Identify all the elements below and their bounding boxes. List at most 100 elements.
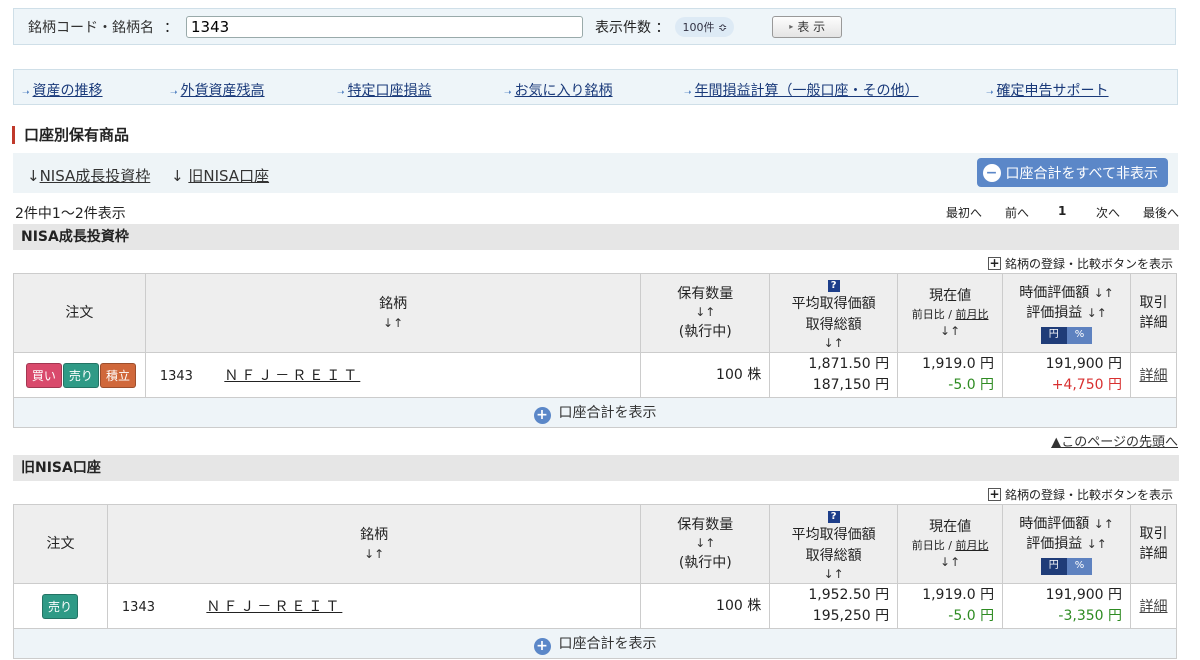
show-button-label: 表 示 <box>797 20 826 34</box>
minus-circle-icon: − <box>982 163 1001 182</box>
page-top-link[interactable]: ▲このページの先頭へ <box>1051 431 1178 450</box>
quantity: 100 株 <box>640 352 771 399</box>
percent-toggle[interactable]: % <box>1066 327 1093 344</box>
group-title-nisa-growth: NISA成長投資枠 <box>13 224 1179 250</box>
plus-icon: + <box>988 487 1001 501</box>
pager-current: 1 <box>1058 204 1067 218</box>
security-code: 1343 <box>121 600 155 616</box>
header-order: 注文 <box>13 272 146 354</box>
yen-percent-toggle[interactable]: 円% <box>1040 327 1093 344</box>
pager-last[interactable]: 最後へ <box>1143 204 1179 221</box>
compare-toggle-button[interactable]: + 銘柄の登録・比較ボタンを表示 <box>988 255 1173 272</box>
account-total-row: + 口座合計を表示 <box>13 397 1177 429</box>
search-input[interactable] <box>186 15 583 38</box>
nav-link-annual-pl[interactable]: ➝ 年間損益計算（一般口座・その他） <box>684 80 919 100</box>
quantity: 100 株 <box>640 583 771 630</box>
month-change-link[interactable]: 前月比 <box>955 308 988 321</box>
avg-cost-cell: 1,952.50 円 195,250 円 <box>769 583 899 630</box>
header-price[interactable]: 現在値 前日比 / 前月比 ↓↑ <box>897 503 1004 585</box>
pager-prev[interactable]: 前へ <box>1005 204 1029 221</box>
sort-icon: ↓↑ <box>1093 285 1114 300</box>
nav-link-favorites[interactable]: ➝ お気に入り銘柄 <box>504 80 613 100</box>
anchor-old-nisa[interactable]: ↓ 旧NISA口座 <box>171 165 269 186</box>
security-name-link[interactable]: ＮＦＪ－ＲＥＩＴ <box>206 599 342 615</box>
pager-next[interactable]: 次へ <box>1096 204 1120 221</box>
plus-icon: + <box>988 256 1001 270</box>
yen-percent-toggle[interactable]: 円% <box>1040 558 1093 575</box>
anchor-nisa-growth[interactable]: ↓NISA成長投資枠 <box>27 165 150 186</box>
nav-link-specific-account-pl[interactable]: ➝ 特定口座損益 <box>337 80 432 100</box>
avg-cost: 1,871.50 円 <box>808 356 890 373</box>
holdings-table-nisa-growth: 注文 銘柄 ↓↑ 保有数量 ↓↑ (執行中) ? 平均取得価額 取得総額 ↓↑ 現在値 前日比… <box>13 272 1178 429</box>
result-count: 2件中1～2件表示 <box>15 206 126 222</box>
search-label: 銘柄コード・銘柄名 <box>28 19 154 36</box>
sell-button[interactable]: 売り <box>41 593 78 619</box>
down-arrow-icon: ↓ <box>27 167 40 185</box>
price-change: -5.0 円 <box>948 377 995 394</box>
security-cell: 1343 ＮＦＪ－ＲＥＩＴ <box>144 352 642 399</box>
total-cost: 195,250 円 <box>812 608 890 625</box>
header-market-value[interactable]: 時価評価額 ↓↑ 評価損益 ↓↑ 円% <box>1002 503 1131 585</box>
help-icon[interactable]: ? <box>827 280 840 292</box>
arrow-icon: ➝ <box>337 88 345 98</box>
section-title: 口座別保有商品 <box>12 126 129 144</box>
order-buttons: 売り <box>13 583 108 630</box>
yen-toggle[interactable]: 円 <box>1040 558 1067 575</box>
header-qty[interactable]: 保有数量 ↓↑ (執行中) <box>640 272 771 354</box>
sort-icon: ↓↑ <box>940 554 961 569</box>
help-icon[interactable]: ? <box>827 511 840 523</box>
buy-button[interactable]: 買い <box>25 362 62 388</box>
sort-icon: ↓↑ <box>823 335 844 350</box>
sell-button[interactable]: 売り <box>62 362 99 388</box>
compare-toggle-button[interactable]: + 銘柄の登録・比較ボタンを表示 <box>988 486 1173 503</box>
sort-icon: ↓↑ <box>695 305 716 320</box>
current-price: 1,919.0 円 <box>922 587 995 604</box>
down-arrow-icon: ↓ <box>171 167 184 185</box>
month-change-link[interactable]: 前月比 <box>955 539 988 552</box>
sort-icon: ↓↑ <box>823 566 844 581</box>
header-avg-cost[interactable]: ? 平均取得価額 取得総額 ↓↑ <box>769 272 899 354</box>
show-account-total-button[interactable]: + 口座合計を表示 <box>13 628 1177 660</box>
hide-all-totals-label: 口座合計をすべて非表示 <box>1005 165 1158 182</box>
yen-toggle[interactable]: 円 <box>1040 327 1067 344</box>
header-price[interactable]: 現在値 前日比 / 前月比 ↓↑ <box>897 272 1004 354</box>
arrow-icon: ➝ <box>22 88 30 98</box>
header-name[interactable]: 銘柄 ↓↑ <box>106 503 642 585</box>
percent-toggle[interactable]: % <box>1066 558 1093 575</box>
show-account-total-button[interactable]: + 口座合計を表示 <box>13 397 1177 429</box>
count-label: 表示件数 ： <box>595 19 670 36</box>
nav-link-foreign-assets[interactable]: ➝ 外貨資産残高 <box>170 80 265 100</box>
count-select[interactable]: 100件 ≎ <box>675 16 735 37</box>
accumulate-button[interactable]: 積立 <box>99 362 136 388</box>
price-cell: 1,919.0 円 -5.0 円 <box>897 583 1004 630</box>
detail-link[interactable]: 詳細 <box>1130 583 1177 630</box>
arrow-icon: ➝ <box>170 88 178 98</box>
header-market-value[interactable]: 時価評価額 ↓↑ 評価損益 ↓↑ 円% <box>1002 272 1131 354</box>
nav-link-tax-support[interactable]: ➝ 確定申告サポート <box>986 80 1109 100</box>
detail-link[interactable]: 詳細 <box>1129 352 1178 399</box>
sort-icon: ↓↑ <box>940 323 961 338</box>
search-colon: ： <box>164 19 178 36</box>
header-avg-cost[interactable]: ? 平均取得価額 取得総額 ↓↑ <box>769 503 899 585</box>
show-button[interactable]: ▸ 表 示 <box>772 15 843 38</box>
market-value: 191,900 円 <box>1045 356 1122 373</box>
header-name[interactable]: 銘柄 ↓↑ <box>144 272 642 354</box>
header-order: 注文 <box>13 503 108 585</box>
avg-cost: 1,952.50 円 <box>808 587 890 604</box>
table-row: 買い 売り 積立 1343 ＮＦＪ－ＲＥＩＴ 100 株 1,871.50 円 187… <box>13 352 1178 399</box>
unrealized-pl: -3,350 円 <box>1058 608 1122 625</box>
pager-first[interactable]: 最初へ <box>946 204 982 221</box>
table-row: 売り 1343 ＮＦＪ－ＲＥＩＴ 100 株 1,952.50 円 195,250… <box>13 583 1177 630</box>
hide-all-totals-button[interactable]: − 口座合計をすべて非表示 <box>976 158 1168 187</box>
nav-panel: ➝ 資産の推移 ➝ 外貨資産残高 ➝ 特定口座損益 ➝ お気に入り銘柄 ➝ 年間損益計算（… <box>13 69 1178 105</box>
arrow-icon: ➝ <box>986 88 994 98</box>
avg-cost-cell: 1,871.50 円 187,150 円 <box>769 352 899 399</box>
header-trade-detail: 取引 詳細 <box>1129 272 1178 354</box>
price-cell: 1,919.0 円 -5.0 円 <box>897 352 1004 399</box>
header-qty[interactable]: 保有数量 ↓↑ (執行中) <box>640 503 771 585</box>
header-trade-detail: 取引 詳細 <box>1130 503 1177 585</box>
group-title-old-nisa: 旧NISA口座 <box>13 455 1179 481</box>
arrow-icon: ➝ <box>684 88 692 98</box>
security-name-link[interactable]: ＮＦＪ－ＲＥＩＴ <box>224 368 360 384</box>
nav-link-asset-history[interactable]: ➝ 資産の推移 <box>22 80 103 100</box>
